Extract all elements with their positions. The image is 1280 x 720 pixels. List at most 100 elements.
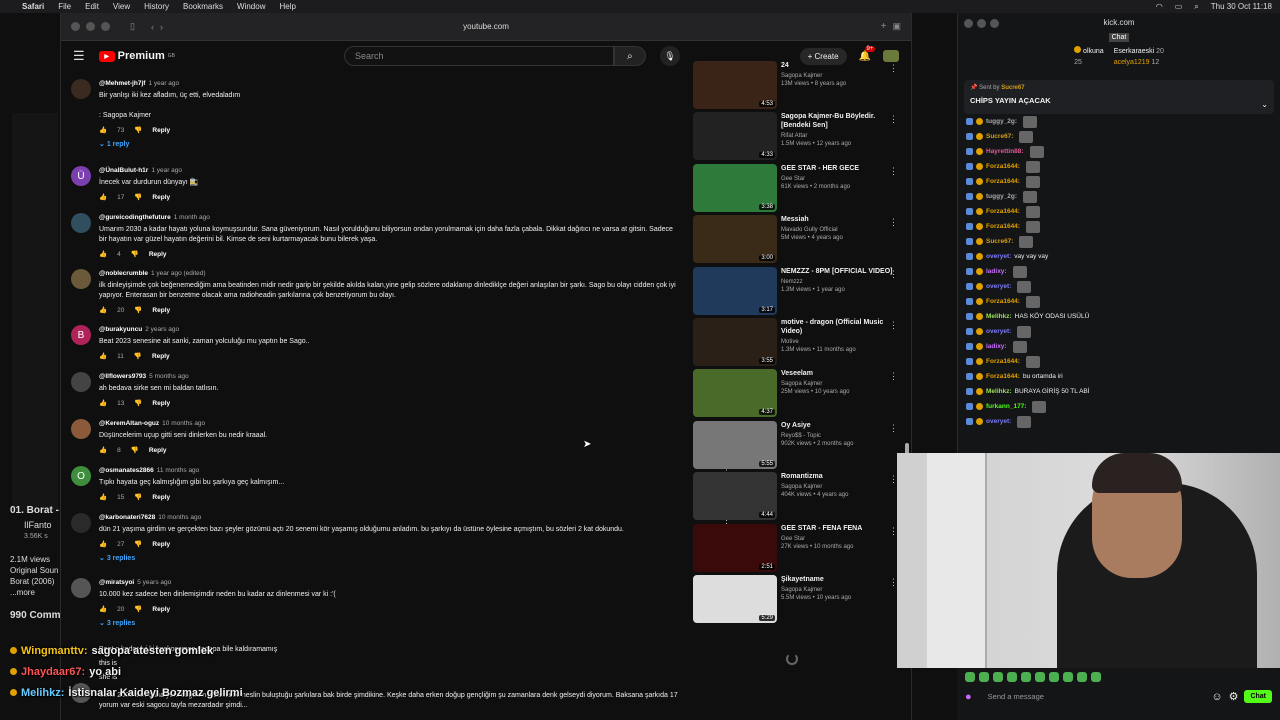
dislike-icon[interactable]: 👎 (134, 605, 142, 613)
video-thumbnail[interactable]: 5:29 (693, 574, 777, 623)
video-title[interactable]: GEE STAR - FENA FENA (781, 524, 862, 533)
comment-time[interactable]: 1 year ago (edited) (151, 270, 206, 277)
channel-name[interactable]: Gee Star (781, 536, 805, 542)
comment-author[interactable]: @Mehmet-jh7jf (99, 80, 145, 87)
reply-button[interactable]: Reply (152, 494, 170, 501)
chat-username[interactable]: Sucre67: (986, 133, 1013, 140)
related-video[interactable]: 5:55 Oy Asiye Reyo$$ - Topic 902K views •… (693, 420, 898, 472)
comment-time[interactable]: 1 month ago (174, 214, 210, 221)
video-title[interactable]: NEMZZZ - 8PM [OFFICIAL VIDEO] (781, 267, 892, 276)
related-video[interactable]: 2:51 GEE STAR - FENA FENA Gee Star 27K vi… (693, 523, 898, 575)
comment-time[interactable]: 2 years ago (145, 326, 179, 333)
battery-icon[interactable]: ▭ (1175, 2, 1183, 11)
new-tab-icon[interactable]: + (881, 21, 887, 32)
view-replies-button[interactable]: ⌄ 1 reply (99, 140, 681, 148)
channel-name[interactable]: Motive (781, 339, 799, 345)
avatar[interactable]: B (71, 325, 91, 345)
chat-username[interactable]: Forza1644: (986, 178, 1020, 185)
channel-name[interactable]: Sagopa Kajmer (781, 73, 822, 79)
voice-search-button[interactable]: 🎙 (659, 46, 680, 66)
avatar[interactable] (71, 269, 91, 289)
video-title[interactable]: motive - dragon (Official Music Video) (781, 318, 898, 336)
more-actions-icon[interactable]: ⋮ (889, 371, 898, 382)
menu-help[interactable]: Help (279, 2, 295, 11)
kick-close-button[interactable] (964, 19, 973, 28)
channel-name[interactable]: Gee Star (781, 176, 805, 182)
like-icon[interactable]: 👍 (99, 605, 107, 613)
more-actions-icon[interactable]: ⋮ (889, 166, 898, 177)
forward-icon[interactable]: › (160, 22, 163, 32)
more-actions-icon[interactable]: ⋮ (889, 269, 898, 280)
video-thumbnail[interactable]: 5:55 (693, 420, 777, 469)
comment-time[interactable]: 1 year ago (151, 167, 182, 174)
channel-name[interactable]: Nemzzz (781, 279, 803, 285)
comment-time[interactable]: 11 months ago (157, 467, 200, 474)
chat-username[interactable]: Forza1644: (986, 298, 1020, 305)
video-thumbnail[interactable]: 4:33 (693, 112, 777, 161)
dislike-icon[interactable]: 👎 (131, 446, 139, 454)
video-thumbnail[interactable]: 3:00 (693, 215, 777, 264)
channel-name[interactable]: Sagopa Kajmer (781, 381, 822, 387)
emote-icon[interactable] (1035, 672, 1045, 682)
related-video[interactable]: 3:00 Messiah Mavado Gully Official 5M vie… (693, 215, 898, 266)
channel-name[interactable]: Mavado Gully Official (781, 227, 838, 233)
dislike-icon[interactable]: 👎 (134, 193, 142, 201)
like-icon[interactable]: 👍 (99, 250, 107, 258)
dislike-icon[interactable]: 👎 (134, 399, 142, 407)
avatar[interactable] (71, 578, 91, 598)
comment-author[interactable]: @gureicodingthefuture (99, 214, 171, 221)
comment-time[interactable]: 5 years ago (137, 579, 171, 586)
search-icon[interactable]: ⌕ (1194, 2, 1198, 12)
notifications-button[interactable]: 🔔 9+ (859, 45, 876, 62)
comment-author[interactable]: @miratsyoi (99, 579, 134, 586)
minimize-window-button[interactable] (86, 22, 95, 31)
like-icon[interactable]: 👍 (99, 126, 107, 134)
chat-username[interactable]: ladixy: (986, 343, 1007, 350)
related-video[interactable]: 4:37 Veseelam Sagopa Kajmer 25M views • 1… (693, 369, 898, 420)
chat-username[interactable]: overyet: (986, 253, 1011, 260)
view-replies-button[interactable]: ⌄ 3 replies (99, 554, 681, 562)
emote-icon[interactable] (993, 672, 1003, 682)
video-title[interactable]: Sagopa Kajmer-Bu Böyledir. [Bendeki Sen] (781, 112, 898, 130)
close-window-button[interactable] (71, 22, 80, 31)
dislike-icon[interactable]: 👎 (134, 493, 142, 501)
video-title[interactable]: Veseelam (781, 369, 849, 378)
top2-name[interactable]: Eserkaraeski (1114, 48, 1154, 55)
more-actions-icon[interactable]: ⋮ (889, 320, 898, 331)
video-title[interactable]: 24 (781, 61, 846, 70)
bg-more[interactable]: ...more (10, 587, 62, 598)
like-icon[interactable]: 👍 (99, 306, 107, 314)
avatar[interactable]: Ü (71, 166, 91, 186)
video-title[interactable]: Romantizma (781, 472, 848, 481)
related-video[interactable]: 5:29 Şikayetname Sagopa Kajmer 5.5M views… (693, 574, 898, 626)
chat-username[interactable]: overyet: (986, 283, 1011, 290)
avatar[interactable]: O (71, 466, 91, 486)
related-video[interactable]: 3:38 GEE STAR - HER GECE Gee Star 61K vie… (693, 163, 898, 215)
kick-zoom-button[interactable] (990, 19, 999, 28)
search-input[interactable]: Search (343, 46, 614, 66)
menu-bookmarks[interactable]: Bookmarks (183, 2, 223, 11)
video-thumbnail[interactable]: 4:37 (693, 369, 777, 418)
dislike-icon[interactable]: 👎 (134, 126, 142, 134)
video-title[interactable]: GEE STAR - HER GECE (781, 164, 859, 173)
reply-button[interactable]: Reply (149, 251, 167, 258)
top3-name[interactable]: acelya1219 (1114, 59, 1150, 66)
like-icon[interactable]: 👍 (99, 193, 107, 201)
pin-user[interactable]: Sucre67 (1001, 85, 1024, 91)
send-message-input[interactable]: Send a message (978, 692, 1206, 701)
chat-username[interactable]: Forza1644: (986, 208, 1020, 215)
settings-icon[interactable]: ⚙ (1229, 690, 1239, 703)
view-replies-button[interactable]: ⌄ 3 replies (99, 619, 681, 627)
video-thumbnail[interactable]: 4:44 (693, 472, 777, 521)
tabs-overview-icon[interactable]: ▣ (892, 21, 901, 32)
channel-name[interactable]: Rifat Attar (781, 133, 807, 139)
chat-username[interactable]: overyet: (986, 328, 1011, 335)
video-thumbnail[interactable]: 3:38 (693, 163, 777, 212)
chat-username[interactable]: furkann_177: (986, 403, 1026, 410)
reply-button[interactable]: Reply (152, 194, 170, 201)
video-thumbnail[interactable]: 4:53 (693, 61, 777, 109)
chat-username[interactable]: tuggy_2g: (986, 193, 1017, 200)
sidebar-toggle-icon[interactable]: ▯ (130, 21, 135, 32)
emote-icon[interactable] (1007, 672, 1017, 682)
send-chat-button[interactable]: Chat (1244, 690, 1272, 703)
